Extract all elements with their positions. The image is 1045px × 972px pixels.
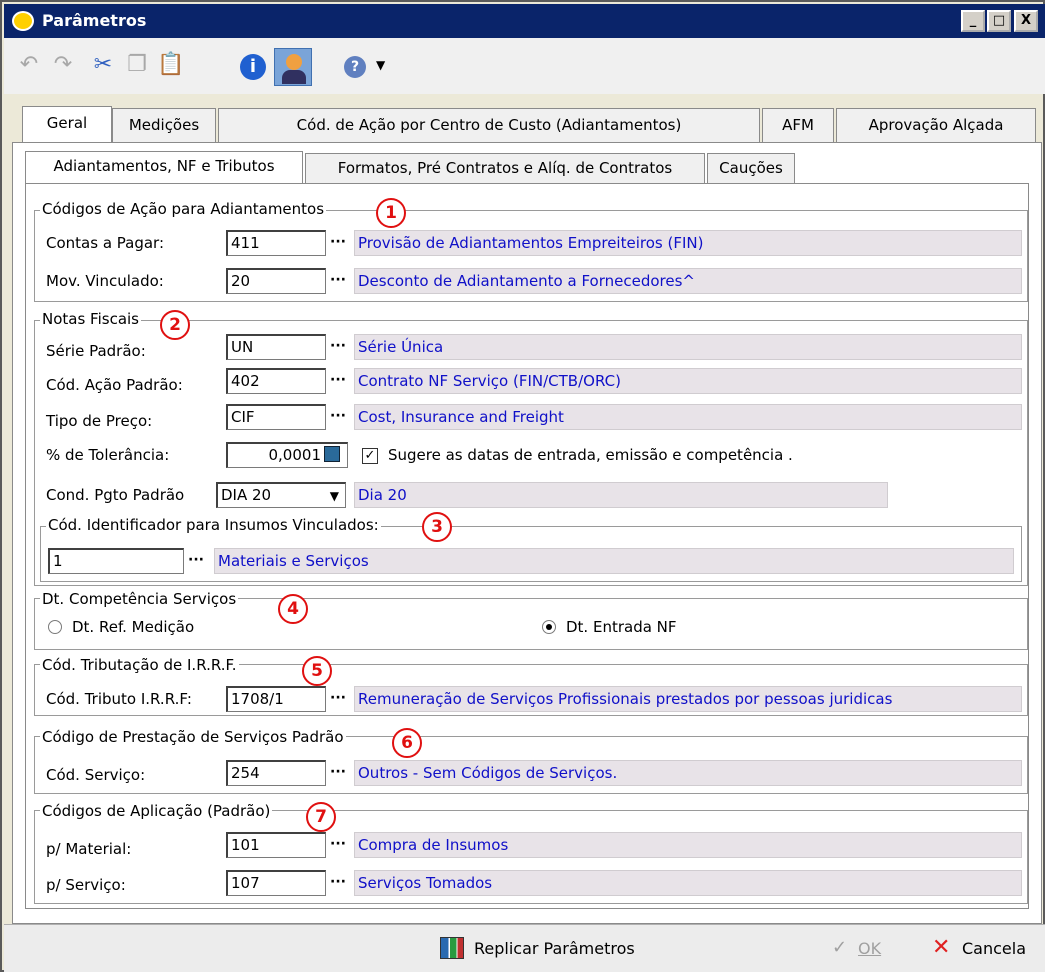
marker-4: 4 xyxy=(278,594,308,624)
app-icon xyxy=(12,11,34,31)
marker-6: 6 xyxy=(392,728,422,758)
cond-pgto-label: Cond. Pgto Padrão xyxy=(46,486,185,504)
window-title: Parâmetros xyxy=(42,11,147,30)
cod-tributo-irrf-input[interactable]: 1708/1 xyxy=(226,686,326,712)
tab-cod-acao-centro-custo[interactable]: Cód. de Ação por Centro de Custo (Adiant… xyxy=(218,108,760,142)
dt-ref-medicao-label: Dt. Ref. Medição xyxy=(72,618,195,636)
group-title-6: Código de Prestação de Serviços Padrão xyxy=(40,728,346,746)
replicate-icon xyxy=(440,937,464,959)
tab-formatos-pre-contratos[interactable]: Formatos, Pré Contratos e Alíq. de Contr… xyxy=(305,153,705,183)
cond-pgto-select[interactable]: DIA 20 ▼ xyxy=(216,482,346,508)
cod-servico-lookup-button[interactable]: ··· xyxy=(324,760,352,786)
help-icon[interactable]: ? xyxy=(344,56,366,78)
tipo-preco-lookup-button[interactable]: ··· xyxy=(324,404,352,430)
contas-pagar-label: Contas a Pagar: xyxy=(46,234,165,252)
marker-1: 1 xyxy=(376,198,406,228)
cut-icon[interactable]: ✂ xyxy=(88,50,118,82)
dt-entrada-nf-label: Dt. Entrada NF xyxy=(566,618,677,636)
serie-padrao-lookup-button[interactable]: ··· xyxy=(324,334,352,360)
sugere-datas-label: Sugere as datas de entrada, emissão e co… xyxy=(388,446,793,464)
tab-medicoes[interactable]: Medições xyxy=(112,108,216,142)
replicar-parametros-button[interactable]: Replicar Parâmetros xyxy=(440,935,810,963)
cond-pgto-description: Dia 20 xyxy=(354,482,888,508)
serie-padrao-input[interactable]: UN xyxy=(226,334,326,360)
parametros-window: Parâmetros _ □ X ↶ ↷ ✂ ❐ 📋 i ? ▼ Geral M… xyxy=(0,0,1045,972)
title-bar[interactable]: Parâmetros _ □ X xyxy=(4,4,1045,38)
ok-button[interactable]: ✓ OK xyxy=(832,935,912,963)
p-material-input[interactable]: 101 xyxy=(226,832,326,858)
cod-acao-padrao-description: Contrato NF Serviço (FIN/CTB/ORC) xyxy=(354,368,1022,394)
p-servico-input[interactable]: 107 xyxy=(226,870,326,896)
tab-afm[interactable]: AFM xyxy=(762,108,834,142)
checkmark-icon: ✓ xyxy=(832,937,848,958)
tipo-preco-label: Tipo de Preço: xyxy=(46,412,153,430)
group-title-4: Dt. Competência Serviços xyxy=(40,590,239,608)
toolbar: ↶ ↷ ✂ ❐ 📋 i ? ▼ xyxy=(4,38,1045,94)
p-material-description: Compra de Insumos xyxy=(354,832,1022,858)
tab-caucoes[interactable]: Cauções xyxy=(707,153,795,183)
group-title-1: Códigos de Ação para Adiantamentos xyxy=(40,200,327,218)
cod-acao-padrao-input[interactable]: 402 xyxy=(226,368,326,394)
cod-tributo-irrf-label: Cód. Tributo I.R.R.F: xyxy=(46,690,192,708)
calculator-icon[interactable] xyxy=(324,446,340,462)
marker-3: 3 xyxy=(422,512,452,542)
marker-7: 7 xyxy=(306,802,336,832)
cod-servico-description: Outros - Sem Códigos de Serviços. xyxy=(354,760,1022,786)
serie-padrao-description: Série Única xyxy=(354,334,1022,360)
mov-vinculado-description: Desconto de Adiantamento a Fornecedores^ xyxy=(354,268,1022,294)
mov-vinculado-label: Mov. Vinculado: xyxy=(46,272,164,290)
cancela-button[interactable]: ✕ Cancela xyxy=(932,935,1042,963)
cod-tributo-irrf-lookup-button[interactable]: ··· xyxy=(324,686,352,712)
tab-aprovacao-alcada[interactable]: Aprovação Alçada xyxy=(836,108,1036,142)
group-title-7: Códigos de Aplicação (Padrão) xyxy=(40,802,273,820)
sugere-datas-checkbox[interactable]: ✓ xyxy=(362,448,378,464)
tipo-preco-input[interactable]: CIF xyxy=(226,404,326,430)
insumos-description: Materiais e Serviços xyxy=(214,548,1014,574)
cod-acao-padrao-label: Cód. Ação Padrão: xyxy=(46,376,183,394)
paste-icon[interactable]: 📋 xyxy=(156,50,186,82)
group-title-3: Cód. Identificador para Insumos Vinculad… xyxy=(46,516,381,534)
insumos-lookup-button[interactable]: ··· xyxy=(182,548,210,574)
marker-2: 2 xyxy=(160,310,190,340)
footer-bar: Replicar Parâmetros ✓ OK ✕ Cancela xyxy=(4,924,1045,972)
contas-pagar-description: Provisão de Adiantamentos Empreiteiros (… xyxy=(354,230,1022,256)
info-icon[interactable]: i xyxy=(240,54,266,80)
chevron-down-icon[interactable]: ▼ xyxy=(330,485,339,507)
marker-5: 5 xyxy=(302,656,332,686)
p-servico-description: Serviços Tomados xyxy=(354,870,1022,896)
contas-pagar-lookup-button[interactable]: ··· xyxy=(324,230,352,256)
group-title-2: Notas Fiscais xyxy=(40,310,141,328)
p-material-label: p/ Material: xyxy=(46,840,132,858)
contas-pagar-input[interactable]: 411 xyxy=(226,230,326,256)
cod-servico-input[interactable]: 254 xyxy=(226,760,326,786)
serie-padrao-label: Série Padrão: xyxy=(46,342,146,360)
insumos-input[interactable]: 1 xyxy=(48,548,184,574)
minimize-button[interactable]: _ xyxy=(961,10,985,32)
p-servico-lookup-button[interactable]: ··· xyxy=(324,870,352,896)
maximize-button[interactable]: □ xyxy=(987,10,1011,32)
cod-servico-label: Cód. Serviço: xyxy=(46,766,146,784)
tipo-preco-description: Cost, Insurance and Freight xyxy=(354,404,1022,430)
close-button[interactable]: X xyxy=(1014,10,1038,32)
dt-entrada-nf-radio[interactable] xyxy=(542,620,556,634)
p-servico-label: p/ Serviço: xyxy=(46,876,126,894)
mov-vinculado-input[interactable]: 20 xyxy=(226,268,326,294)
tab-adiantamentos-nf-tributos[interactable]: Adiantamentos, NF e Tributos xyxy=(25,151,303,185)
user-icon[interactable] xyxy=(274,48,312,86)
tolerancia-label: % de Tolerância: xyxy=(46,446,170,464)
redo-icon[interactable]: ↷ xyxy=(48,50,78,82)
copy-icon[interactable]: ❐ xyxy=(122,50,152,82)
cod-tributo-irrf-description: Remuneração de Serviços Profissionais pr… xyxy=(354,686,1022,712)
p-material-lookup-button[interactable]: ··· xyxy=(324,832,352,858)
dt-ref-medicao-radio[interactable] xyxy=(48,620,62,634)
undo-icon[interactable]: ↶ xyxy=(14,50,44,82)
cancel-x-icon: ✕ xyxy=(932,935,951,960)
chevron-down-icon[interactable]: ▼ xyxy=(376,58,385,72)
mov-vinculado-lookup-button[interactable]: ··· xyxy=(324,268,352,294)
tab-geral[interactable]: Geral xyxy=(22,106,112,144)
group-title-5: Cód. Tributação de I.R.R.F. xyxy=(40,656,239,674)
cod-acao-padrao-lookup-button[interactable]: ··· xyxy=(324,368,352,394)
